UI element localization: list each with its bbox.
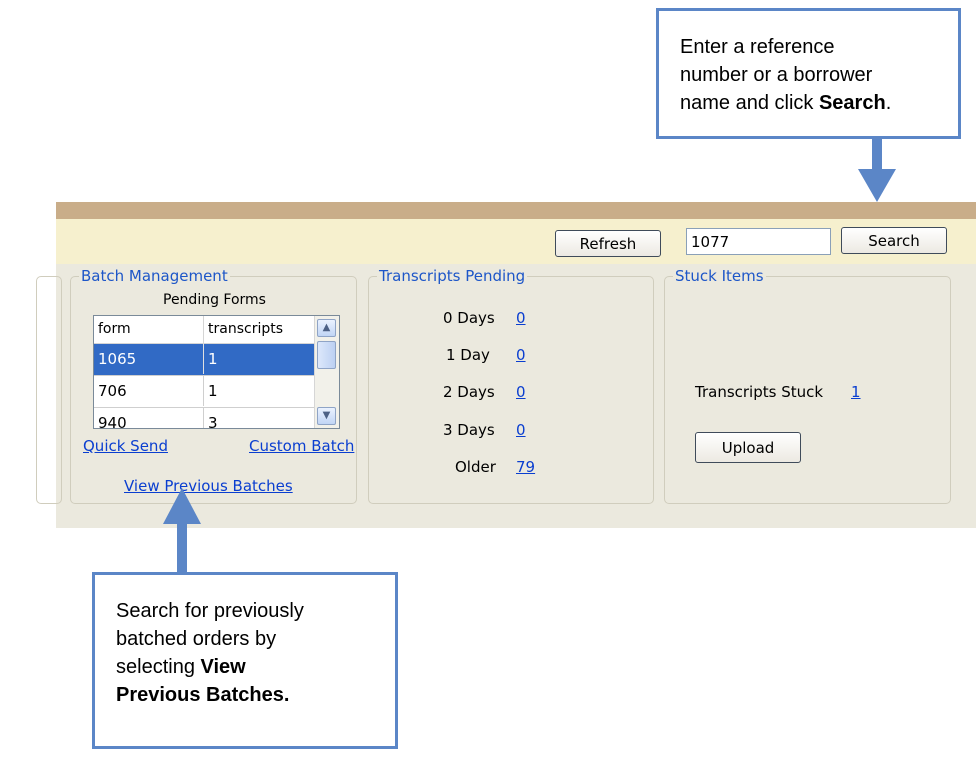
pending-count-link[interactable]: 0 [516,346,526,364]
transcripts-cell: 1 [208,350,218,368]
callout-line: number or a borrower [680,64,873,86]
stuck-items-title: Stuck Items [673,267,766,285]
transcripts-pending-title: Transcripts Pending [377,267,528,285]
callout-bold-text: Previous Batches. [116,684,290,706]
pending-count-link[interactable]: 0 [516,421,526,439]
scroll-down-icon[interactable]: ▼ [317,407,336,425]
refresh-button[interactable]: Refresh [555,230,661,257]
transcripts-stuck-count-link[interactable]: 1 [851,383,861,401]
scroll-up-icon[interactable]: ▲ [317,319,336,337]
batch-management-title: Batch Management [79,267,230,285]
callout-bold-text: Search [818,92,886,114]
callout-line: Enter a reference [680,36,835,58]
pending-age-label: 0 Days [443,309,495,327]
grid-header: form transcripts [94,316,314,344]
batch-management-group: Batch Management Pending Forms form tran… [70,267,357,504]
search-input[interactable] [686,228,831,255]
table-row[interactable]: 1065 1 [94,344,314,376]
form-cell: 940 [94,408,204,428]
down-arrow-icon [858,139,896,202]
callout-text: name and click [680,92,819,114]
callout-line: name and click Search. [680,89,958,117]
transcripts-stuck-label: Transcripts Stuck [695,383,824,401]
callout-line: Search for previously [116,600,304,622]
quick-send-link[interactable]: Quick Send [83,437,168,455]
upload-button[interactable]: Upload [695,432,801,463]
pending-count-link[interactable]: 0 [516,309,526,327]
up-arrow-icon [163,488,201,574]
transcripts-cell: 1 [208,382,218,400]
transcripts-pending-group: Transcripts Pending 0 Days 0 1 Day 0 2 D… [368,267,654,504]
callout-line: selecting View [116,653,395,681]
transcripts-cell: 3 [208,414,218,429]
search-button[interactable]: Search [841,227,947,254]
scroll-thumb[interactable] [317,341,336,369]
callout-text: . [885,92,892,114]
custom-batch-link[interactable]: Custom Batch [249,437,354,455]
table-row[interactable]: 940 3 [94,408,314,429]
pending-age-label: Older [455,458,496,476]
column-header-form[interactable]: form [94,316,204,343]
form-cell: 1065 [94,344,204,374]
left-partial-group [36,276,62,504]
pending-forms-grid[interactable]: form transcripts 1065 1 706 1 940 3 ▲ ▼ [93,315,340,429]
callout-text: selecting [116,656,201,678]
view-previous-batches-link[interactable]: View Previous Batches [124,477,293,495]
grid-scrollbar[interactable]: ▲ ▼ [314,316,339,428]
pending-count-link[interactable]: 0 [516,383,526,401]
pending-forms-label: Pending Forms [163,292,266,308]
app-header-band [56,202,976,219]
stuck-items-group: Stuck Items Transcripts Stuck 1 Upload [664,267,951,504]
column-header-transcripts[interactable]: transcripts [204,316,314,343]
view-batches-instruction-callout: Search for previously batched orders by … [92,572,398,749]
pending-count-link[interactable]: 79 [516,458,535,476]
pending-age-label: 3 Days [443,421,495,439]
pending-age-label: 1 Day [446,346,490,364]
callout-line: batched orders by [116,628,277,650]
form-cell: 706 [94,376,204,406]
search-instruction-callout: Enter a reference number or a borrower n… [656,8,961,139]
toolbar: Refresh Search [56,219,976,264]
pending-age-label: 2 Days [443,383,495,401]
callout-bold-text: View [200,656,246,678]
table-row[interactable]: 706 1 [94,376,314,408]
callout-line: Previous Batches. [116,681,395,709]
